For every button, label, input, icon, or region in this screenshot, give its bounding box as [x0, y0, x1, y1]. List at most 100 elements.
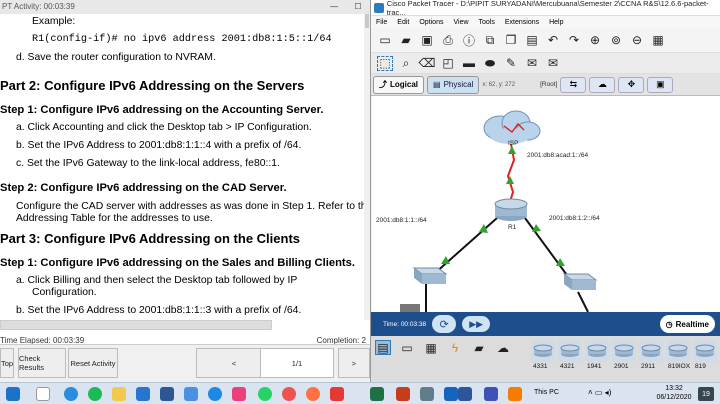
freeform-icon[interactable]: ✎ — [503, 56, 519, 71]
components-icon[interactable]: ▦ — [423, 340, 439, 355]
canvas-scrollbar[interactable] — [400, 304, 420, 312]
zoom-in-icon[interactable]: ⊕ — [587, 33, 603, 48]
note-icon[interactable]: ▬ — [461, 56, 477, 71]
taskbar-app-icon[interactable] — [160, 387, 174, 401]
device-router-icon[interactable] — [585, 340, 609, 362]
search-icon[interactable] — [36, 387, 50, 401]
inspect-icon[interactable]: ⌕ — [398, 56, 414, 71]
open-folder-icon[interactable]: ▰ — [398, 33, 414, 48]
select-icon[interactable]: ⬚ — [377, 55, 393, 71]
device-router-icon[interactable] — [639, 340, 663, 362]
instruction-line: R1(config-if)# no ipv6 address 2001:db8:… — [32, 34, 332, 45]
check-results-button[interactable]: Check Results — [18, 348, 66, 378]
link-light-icon — [508, 146, 516, 154]
copy-icon[interactable]: ❐ — [503, 33, 519, 48]
pt-titlebar: Cisco Packet Tracer - D:\PIPIT SURYADANI… — [371, 0, 720, 17]
new-file-icon[interactable]: ▭ — [377, 33, 393, 48]
move-icon[interactable]: ✥ — [618, 76, 645, 93]
connections-icon[interactable]: ϟ — [447, 340, 463, 355]
logical-workspace[interactable]: ISP 2001:db8:acad:1::/64 R1 2001:db8:1:1… — [372, 96, 720, 312]
isp-label: ISP — [508, 140, 519, 147]
tray-icons[interactable]: ˄ ▭ ◂) — [588, 388, 611, 397]
taskbar-app-icon[interactable] — [444, 387, 458, 401]
menu-view[interactable]: View — [453, 19, 468, 26]
device-router-icon[interactable] — [558, 340, 582, 362]
edge-icon[interactable] — [64, 387, 78, 401]
zoom-reset-icon[interactable]: ⊚ — [608, 33, 624, 48]
edit-toolbar: ⬚ ⌕ ⌫ ◰ ▬ ⬬ ✎ ✉ ✉ — [371, 52, 720, 74]
power-cycle-icon[interactable]: ⟳ — [432, 315, 457, 333]
next-page-button[interactable]: > — [338, 348, 370, 378]
switch-right-icon[interactable] — [562, 273, 598, 290]
network-icon[interactable]: ⧉ — [482, 33, 498, 48]
tray-label[interactable]: This PC — [534, 389, 559, 396]
menu-file[interactable]: File — [376, 19, 387, 26]
taskbar-app-icon[interactable] — [184, 387, 198, 401]
router-r1-icon[interactable] — [494, 198, 528, 221]
file-explorer-icon[interactable] — [112, 387, 126, 401]
redo-icon[interactable]: ↷ — [566, 33, 582, 48]
tab-logical[interactable]: ⤴ Logical — [373, 75, 425, 94]
packet-tracer-taskbar-icon[interactable] — [484, 387, 498, 401]
complex-pdu-icon[interactable]: ✉ — [545, 56, 561, 71]
taskbar-app-icon[interactable] — [420, 387, 434, 401]
tab-physical[interactable]: ▤ Physical — [427, 75, 480, 94]
multiuser-icon[interactable]: ☁ — [495, 340, 511, 355]
menu-edit[interactable]: Edit — [397, 19, 409, 26]
pdu-icon[interactable]: ✉ — [524, 56, 540, 71]
start-icon[interactable] — [6, 387, 20, 401]
word-icon[interactable] — [458, 387, 472, 401]
switch-left-icon[interactable] — [412, 267, 448, 284]
misc-icon[interactable]: ▰ — [471, 340, 487, 355]
chrome-icon[interactable] — [282, 387, 296, 401]
clock[interactable]: 13:32 06/12/2020 — [656, 384, 692, 402]
whatsapp-icon[interactable] — [258, 387, 272, 401]
palette-icon[interactable]: ▦ — [650, 33, 666, 48]
spotify-icon[interactable] — [88, 387, 102, 401]
back-icon[interactable]: ⇆ — [560, 76, 587, 93]
resize-icon[interactable]: ◰ — [440, 56, 456, 71]
horizontal-scrollbar[interactable] — [0, 320, 272, 330]
taskbar-app-icon[interactable] — [232, 387, 246, 401]
left-network-label: 2001:db8:1:1::/64 — [376, 217, 427, 224]
save-icon[interactable]: ▣ — [419, 33, 435, 48]
notifications-icon[interactable]: 19 — [698, 387, 714, 401]
instruction-line: c. Set the IPv6 Gateway to the link-loca… — [16, 158, 280, 169]
device-router-icon[interactable] — [693, 340, 717, 362]
cluster-icon[interactable]: ☁ — [589, 76, 616, 93]
vlc-icon[interactable] — [508, 387, 522, 401]
end-devices-icon[interactable]: ▭ — [399, 340, 415, 355]
minimize-icon[interactable]: — — [322, 2, 346, 14]
maximize-icon[interactable]: ☐ — [346, 2, 370, 14]
store-icon[interactable] — [136, 387, 150, 401]
link-light-icon — [506, 176, 514, 184]
cursor-coordinates: x: 62, y: 272 — [482, 81, 516, 88]
menu-tools[interactable]: Tools — [479, 19, 495, 26]
step-heading: Step 2: Configure IPv6 addressing on the… — [0, 182, 287, 194]
network-devices-icon[interactable]: ▤ — [375, 340, 391, 355]
realtime-toggle[interactable]: ◷ Realtime — [659, 315, 715, 333]
ellipse-icon[interactable]: ⬬ — [482, 56, 498, 71]
simulation-time: Time: 00:03:38 — [383, 320, 427, 328]
fast-forward-icon[interactable]: ▶▶ — [462, 316, 491, 332]
device-router-icon[interactable] — [531, 340, 555, 362]
top-button[interactable]: Top — [0, 348, 14, 378]
menu-help[interactable]: Help — [549, 19, 563, 26]
viewport-icon[interactable]: ▣ — [647, 76, 674, 93]
firefox-icon[interactable] — [306, 387, 320, 401]
menu-extensions[interactable]: Extensions — [505, 19, 539, 26]
reset-activity-button[interactable]: Reset Activity — [68, 348, 118, 378]
print-icon[interactable]: ⎙ — [440, 33, 456, 48]
zoom-out-icon[interactable]: ⊖ — [629, 33, 645, 48]
delete-icon[interactable]: ⌫ — [419, 56, 436, 71]
info-icon[interactable]: ⓘ — [461, 33, 477, 48]
undo-icon[interactable]: ↶ — [545, 33, 561, 48]
powerpoint-icon[interactable] — [396, 387, 410, 401]
excel-icon[interactable] — [370, 387, 384, 401]
device-router-icon[interactable] — [612, 340, 636, 362]
menu-options[interactable]: Options — [419, 19, 443, 26]
telegram-icon[interactable] — [208, 387, 222, 401]
taskbar-app-icon[interactable] — [330, 387, 344, 401]
device-router-icon[interactable] — [666, 340, 690, 362]
paste-icon[interactable]: ▤ — [524, 33, 540, 48]
